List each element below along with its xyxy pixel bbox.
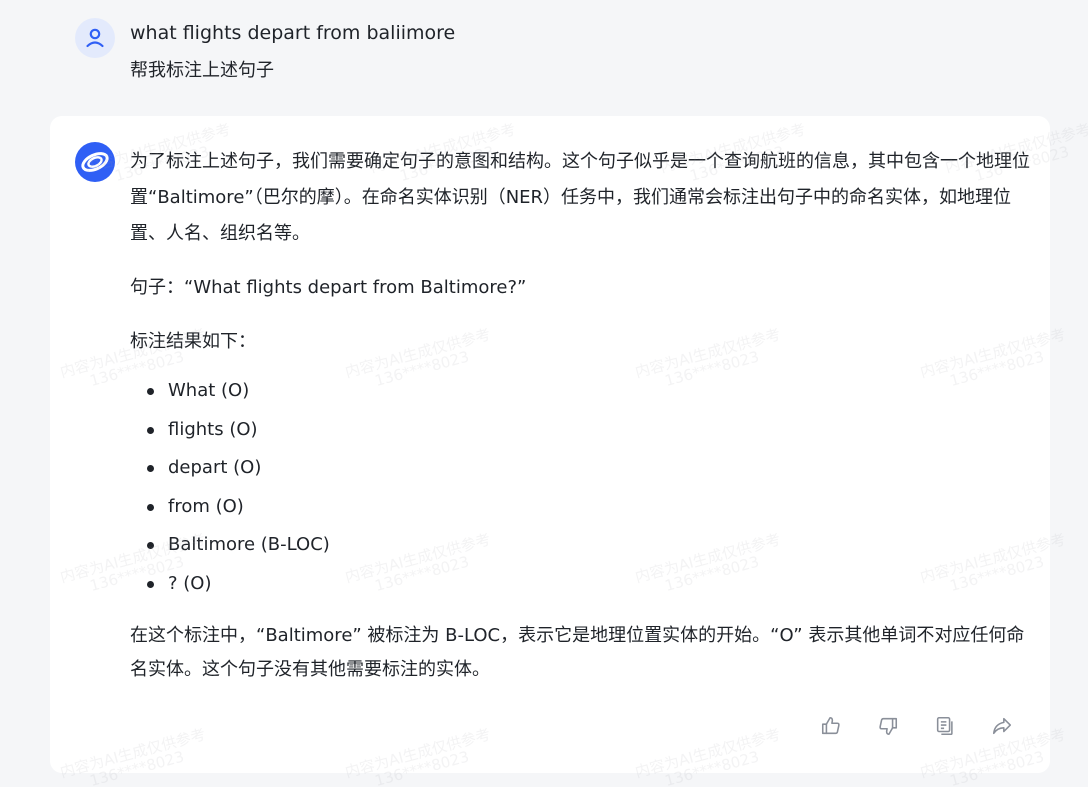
list-item: depart (O) xyxy=(147,449,1030,488)
thumbs-up-icon xyxy=(821,716,840,734)
assistant-response: 为了标注上述句子，我们需要确定句子的意图和结构。这个句子似乎是一个查询航班的信息… xyxy=(130,144,1030,687)
annotation-list: What (O) flights (O) depart (O) from (O)… xyxy=(130,372,1030,603)
user-avatar xyxy=(75,18,115,58)
list-item: ? (O) xyxy=(147,565,1030,604)
response-actions xyxy=(818,713,1014,738)
list-item: from (O) xyxy=(147,488,1030,527)
assistant-avatar xyxy=(75,142,115,182)
user-icon xyxy=(86,28,104,48)
response-paragraph-intro: 为了标注上述句子，我们需要确定句子的意图和结构。这个句子似乎是一个查询航班的信息… xyxy=(130,151,1030,244)
assistant-message-card: 为了标注上述句子，我们需要确定句子的意图和结构。这个句子似乎是一个查询航班的信息… xyxy=(50,116,1050,773)
user-instruction: 帮我标注上述句子 xyxy=(130,60,274,81)
response-result-heading: 标注结果如下： xyxy=(130,331,256,352)
assistant-logo-icon xyxy=(75,142,115,182)
user-question: what flights depart from baliimore xyxy=(130,22,456,44)
thumbs-down-icon xyxy=(878,717,897,735)
share-button[interactable] xyxy=(989,713,1014,738)
response-sentence: 句子：“What flights depart from Baltimore?” xyxy=(130,277,527,298)
copy-icon xyxy=(936,716,953,735)
list-item: Baltimore (B-LOC) xyxy=(147,526,1030,565)
list-item: What (O) xyxy=(147,372,1030,411)
share-icon xyxy=(992,717,1011,734)
copy-button[interactable] xyxy=(932,713,957,738)
like-button[interactable] xyxy=(818,713,843,738)
response-conclusion: 在这个标注中，“Baltimore” 被标注为 B-LOC，表示它是地理位置实体… xyxy=(130,625,1025,680)
dislike-button[interactable] xyxy=(875,713,900,738)
list-item: flights (O) xyxy=(147,411,1030,450)
